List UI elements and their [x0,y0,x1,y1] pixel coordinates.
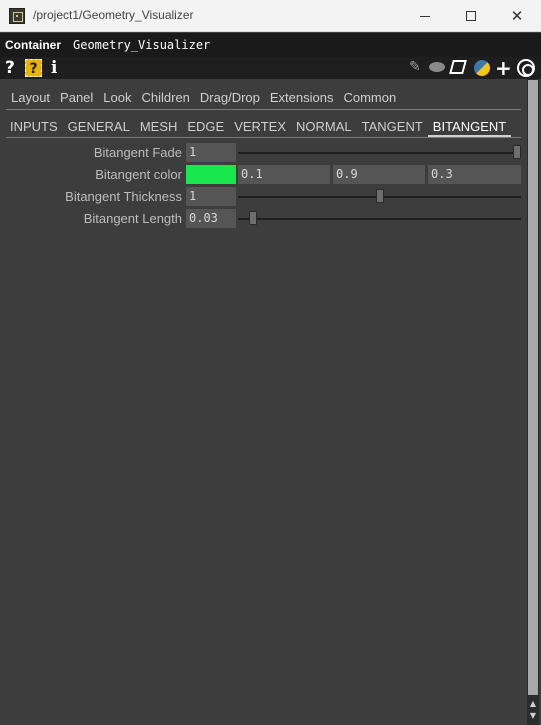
minimize-icon [420,15,430,17]
page-tabs: Layout Panel Look Children Drag/Drop Ext… [6,88,401,108]
tab-vertex[interactable]: VERTEX [229,117,291,137]
bitangent-fade-slider-track[interactable] [238,152,521,154]
bitangent-color-b-field[interactable]: 0.3 [428,165,521,184]
bitangent-color-label: Bitangent color [95,167,182,182]
tab-common[interactable]: Common [338,88,401,108]
tab-divider [6,109,521,110]
comment-icon[interactable] [429,62,445,72]
tab-inputs[interactable]: INPUTS [5,117,63,137]
tab-tangent[interactable]: TANGENT [357,117,428,137]
target-icon[interactable] [517,59,535,77]
plus-icon[interactable]: + [495,56,512,80]
bitangent-color-r-field[interactable]: 0.1 [238,165,330,184]
tab-layout[interactable]: Layout [6,88,55,108]
minimize-button[interactable] [402,0,448,32]
bitangent-color-swatch[interactable] [186,165,236,184]
bitangent-fade-slider-handle[interactable] [513,145,521,159]
close-button[interactable]: ✕ [494,0,540,32]
tab-drag-drop[interactable]: Drag/Drop [195,88,265,108]
bitangent-color-g-field[interactable]: 0.9 [333,165,425,184]
help-icon[interactable]: ? [5,58,15,78]
component-name-field[interactable]: Geometry_Visualizer [73,38,210,52]
toolbar: ? ? i ✎ + [0,56,541,80]
tab-look[interactable]: Look [98,88,136,108]
bitangent-length-field[interactable]: 0.03 [186,209,236,228]
maximize-button[interactable] [448,0,494,32]
bitangent-fade-label: Bitangent Fade [93,145,182,160]
custom-page-tabs: INPUTS GENERAL MESH EDGE VERTEX NORMAL T… [5,117,512,137]
scroll-up-icon[interactable]: ▲ [528,699,538,709]
tab-panel[interactable]: Panel [55,88,98,108]
window-title: /project1/Geometry_Visualizer [33,8,194,22]
tab-bitangent[interactable]: BITANGENT [427,117,512,137]
app-icon [9,8,25,24]
pencil-icon[interactable]: ✎ [409,59,421,75]
bitangent-thickness-label: Bitangent Thickness [65,189,182,204]
bitangent-length-label: Bitangent Length [83,211,182,226]
python-icon[interactable] [474,60,490,76]
scroll-down-icon[interactable]: ▼ [528,711,538,721]
scrollbar-thumb[interactable] [528,80,538,695]
subtab-divider [6,137,521,138]
bitangent-length-slider-track[interactable] [238,218,521,220]
bitangent-thickness-field[interactable]: 1 [186,187,236,206]
bitangent-thickness-slider-handle[interactable] [376,189,384,203]
operator-help-icon[interactable]: ? [25,59,42,77]
tab-children[interactable]: Children [137,88,195,108]
tab-general[interactable]: GENERAL [63,117,135,137]
info-icon[interactable]: i [51,58,57,78]
maximize-icon [466,11,476,21]
bitangent-length-slider-handle[interactable] [249,211,257,225]
bitangent-fade-field[interactable]: 1 [186,143,236,162]
tab-mesh[interactable]: MESH [135,117,183,137]
tab-extensions[interactable]: Extensions [265,88,339,108]
window-title-bar[interactable]: /project1/Geometry_Visualizer ✕ [0,0,541,32]
close-icon: ✕ [510,7,524,25]
tab-normal[interactable]: NORMAL [291,117,357,137]
component-type-label: Container [5,38,62,52]
component-header: Container Geometry_Visualizer [0,33,541,57]
tab-edge[interactable]: EDGE [182,117,229,137]
docked-note-icon[interactable] [449,60,467,74]
